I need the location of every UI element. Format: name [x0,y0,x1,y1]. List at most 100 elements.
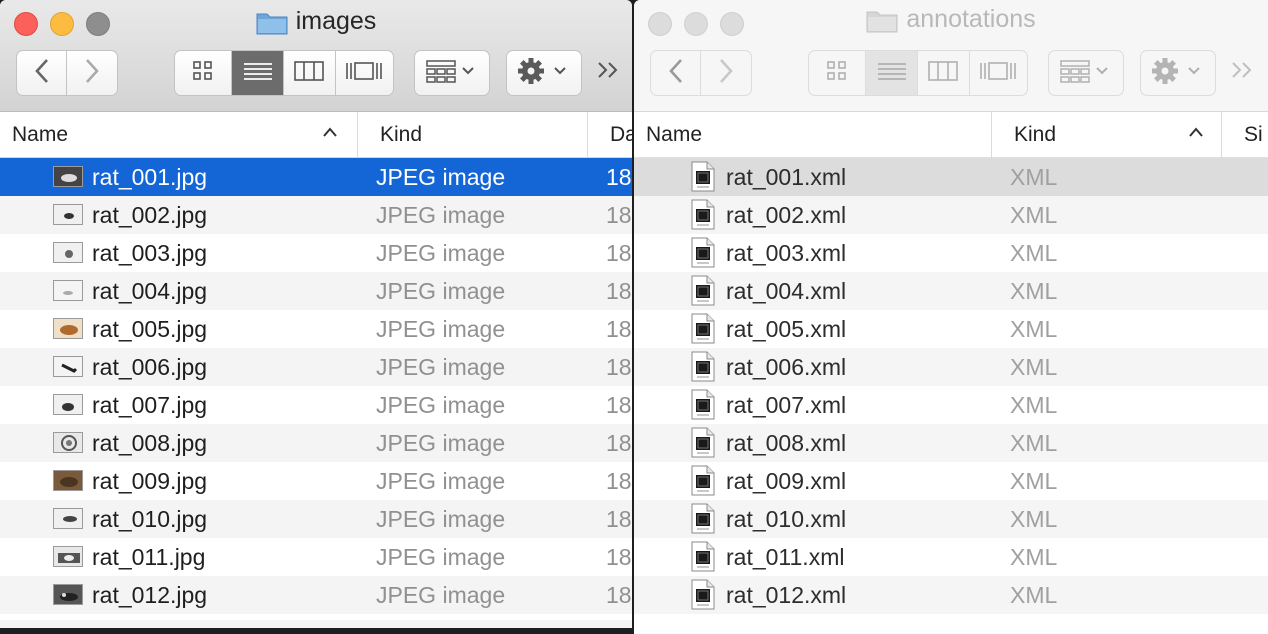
file-name: rat_007.xml [726,391,847,418]
file-row[interactable]: rat_009.xml XML [634,462,1268,500]
column-date[interactable]: Da [588,112,632,158]
file-row[interactable]: rat_010.jpg JPEG image 18 [0,500,632,538]
xml-document-icon [691,579,715,610]
file-kind: XML [1010,353,1058,380]
column-header: Name Kind Si [634,112,1268,158]
file-row[interactable]: rat_001.jpg JPEG image 18 [0,158,632,196]
file-date: 18 [606,201,632,228]
list-view-button[interactable] [232,51,284,95]
file-kind: JPEG image [376,543,506,570]
image-thumbnail-icon [53,584,83,605]
file-row[interactable]: rat_003.jpg JPEG image 18 [0,234,632,272]
file-row[interactable]: rat_011.xml XML [634,538,1268,576]
file-kind: JPEG image [376,581,506,608]
column-view-button[interactable] [284,51,336,95]
file-row[interactable]: rat_007.xml XML [634,386,1268,424]
folder-icon [256,9,288,35]
file-row[interactable]: rat_001.xml XML [634,158,1268,196]
xml-document-icon [691,541,715,572]
file-row[interactable]: rat_010.xml XML [634,500,1268,538]
image-thumbnail-icon [53,356,83,377]
file-row[interactable]: rat_002.jpg JPEG image 18 [0,196,632,234]
file-row[interactable]: rat_009.jpg JPEG image 18 [0,462,632,500]
xml-document-icon [691,427,715,458]
more-toolbar-button[interactable] [1230,58,1256,89]
xml-document-icon [691,199,715,230]
window-title-text: annotations [906,5,1036,33]
column-view-button[interactable] [918,51,970,95]
image-thumbnail-icon [53,470,83,491]
file-date: 18 [606,239,632,266]
group-icon [1059,58,1113,89]
file-kind: XML [1010,581,1058,608]
gear-icon [1151,57,1205,90]
action-button-inner [507,51,581,95]
column-header: Name Kind Da [0,112,632,158]
file-date: 18 [606,315,632,342]
file-row[interactable]: rat_004.jpg JPEG image 18 [0,272,632,310]
file-kind: XML [1010,277,1058,304]
file-row[interactable]: rat_005.xml XML [634,310,1268,348]
icon-view-button[interactable] [175,51,233,95]
column-name[interactable]: Name [634,112,992,158]
file-date: 18 [606,467,632,494]
more-toolbar-button[interactable] [596,58,622,89]
sort-ascending-icon [322,124,338,145]
window-title: annotations [634,5,1268,34]
forward-button[interactable] [67,51,117,95]
file-row[interactable]: rat_003.xml XML [634,234,1268,272]
file-name: rat_002.jpg [92,201,208,228]
image-thumbnail-icon [53,432,83,453]
action-button[interactable] [1140,50,1216,96]
group-button[interactable] [414,50,490,96]
file-name: rat_001.jpg [92,163,208,190]
xml-document-icon [691,275,715,306]
list-view-button[interactable] [866,51,918,95]
file-row[interactable]: rat_012.xml XML [634,576,1268,614]
file-date: 18 [606,163,632,190]
chevron-left-icon [33,58,51,89]
file-kind: XML [1010,315,1058,342]
toolbar [0,50,632,96]
group-button-inner [415,51,489,95]
column-name-label: Name [12,123,69,146]
column-kind[interactable]: Kind [992,112,1222,158]
file-kind: JPEG image [376,315,506,342]
column-size[interactable]: Si [1222,112,1268,158]
image-thumbnail-icon [53,242,83,263]
xml-document-icon [691,161,715,192]
back-button[interactable] [651,51,702,95]
file-kind: JPEG image [376,505,506,532]
file-kind: JPEG image [376,429,506,456]
gallery-view-button[interactable] [970,51,1027,95]
file-name: rat_005.xml [726,315,847,342]
file-name: rat_012.jpg [92,581,208,608]
icon-view-button[interactable] [809,51,867,95]
column-name[interactable]: Name [0,112,358,158]
columns-icon [294,60,325,87]
view-switcher [174,50,394,96]
file-row[interactable]: rat_008.xml XML [634,424,1268,462]
file-row[interactable]: rat_002.xml XML [634,196,1268,234]
xml-document-icon [691,237,715,268]
file-name: rat_012.xml [726,581,847,608]
group-button[interactable] [1048,50,1124,96]
file-row[interactable]: rat_008.jpg JPEG image 18 [0,424,632,462]
back-button[interactable] [17,51,68,95]
file-row[interactable]: rat_004.xml XML [634,272,1268,310]
file-row[interactable]: rat_006.xml XML [634,348,1268,386]
list-icon [877,60,907,87]
toolbar [634,50,1268,96]
file-row[interactable]: rat_012.jpg JPEG image 18 [0,576,632,614]
file-row[interactable]: rat_011.jpg JPEG image 18 [0,538,632,576]
forward-button[interactable] [701,51,751,95]
file-date: 18 [606,505,632,532]
file-row[interactable]: rat_006.jpg JPEG image 18 [0,348,632,386]
column-kind[interactable]: Kind [358,112,588,158]
action-button[interactable] [506,50,582,96]
double-chevron-icon [596,58,622,88]
gallery-view-button[interactable] [336,51,393,95]
column-kind-label: Kind [1014,123,1057,146]
file-row[interactable]: rat_005.jpg JPEG image 18 [0,310,632,348]
file-row[interactable]: rat_007.jpg JPEG image 18 [0,386,632,424]
